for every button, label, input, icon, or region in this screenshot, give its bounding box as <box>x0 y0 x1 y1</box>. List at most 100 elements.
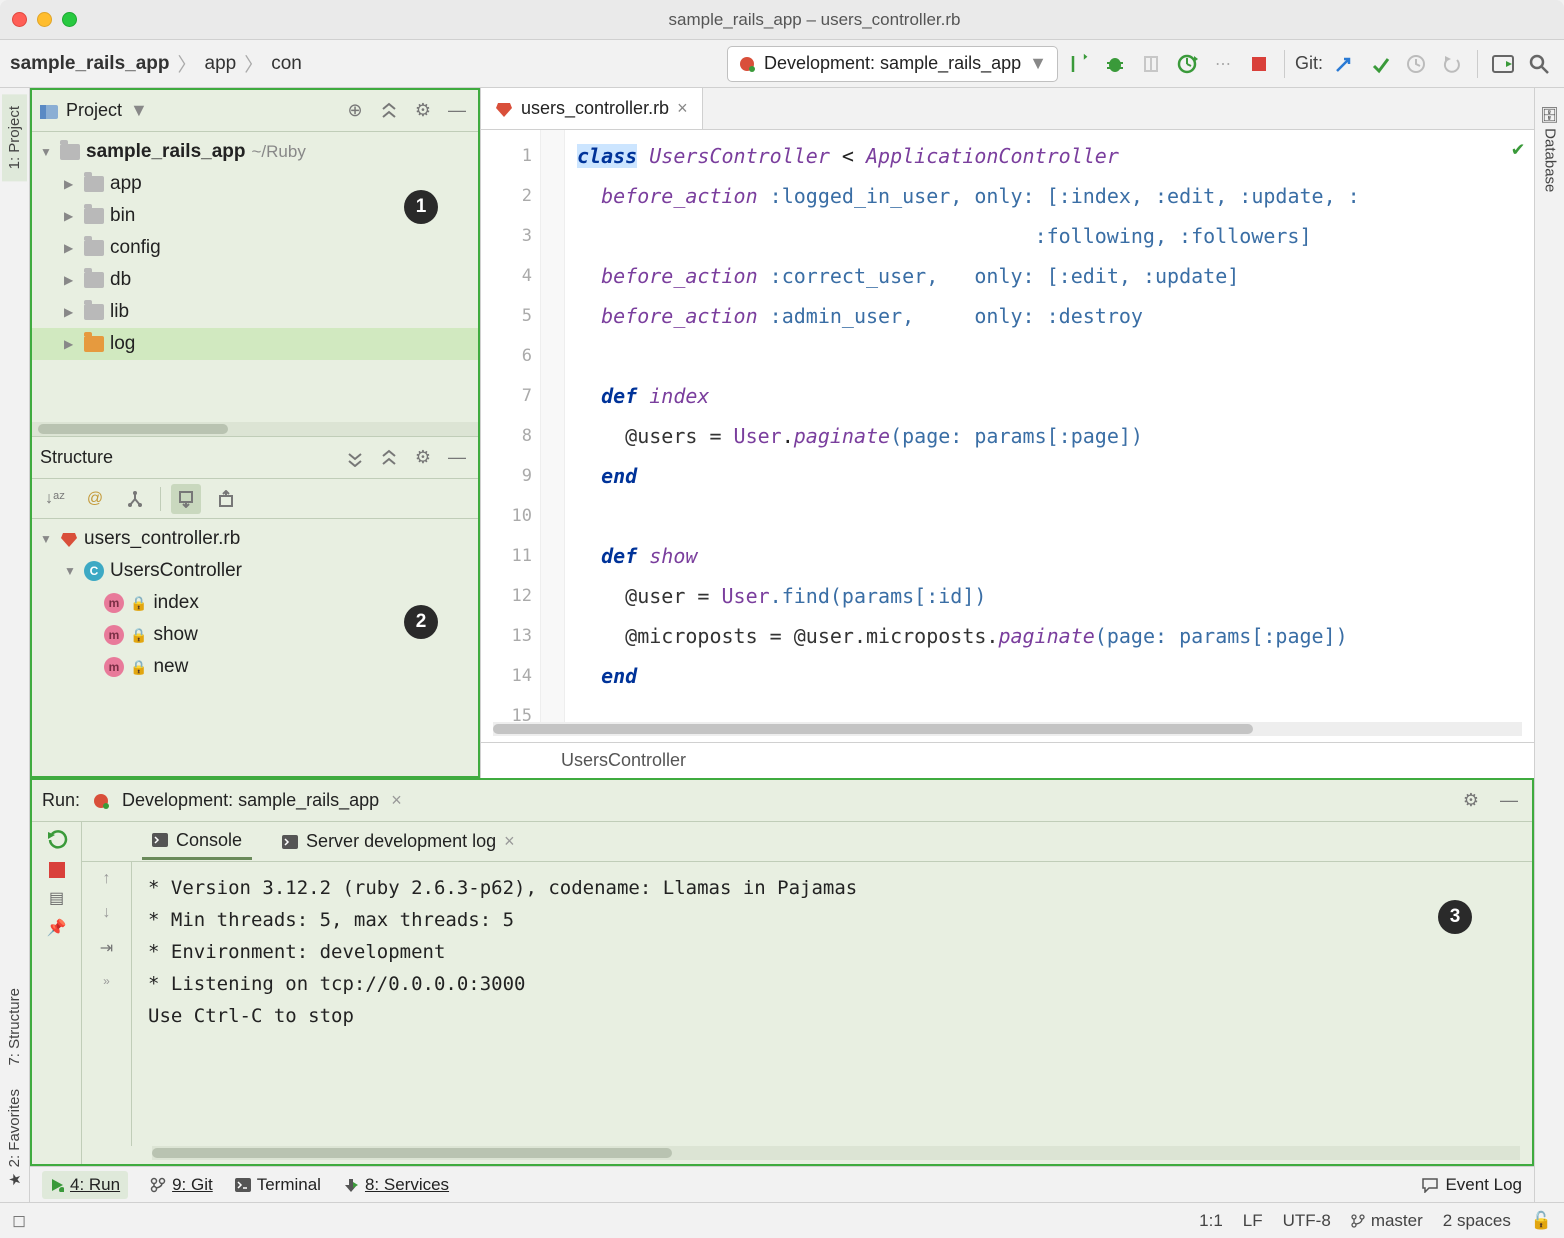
folder-icon <box>84 336 104 352</box>
bottom-tab-services[interactable]: 8: Services <box>343 1175 449 1195</box>
quick-access-icon[interactable]: ◻ <box>12 1211 26 1231</box>
line-gutter[interactable]: 123456789101112131415 <box>481 130 541 722</box>
run-button[interactable] <box>1064 49 1094 79</box>
vcs-revert-icon[interactable] <box>1437 49 1467 79</box>
project-icon <box>40 103 58 119</box>
profile-button[interactable] <box>1172 49 1202 79</box>
lock-icon: 🔒 <box>130 627 147 644</box>
branch-icon <box>1351 1214 1365 1228</box>
project-scrollbar[interactable] <box>32 422 478 436</box>
line-ending[interactable]: LF <box>1243 1211 1263 1231</box>
collapse-all-icon[interactable] <box>376 445 402 471</box>
structure-class[interactable]: ▼CUsersController <box>32 555 478 587</box>
more-icon[interactable]: » <box>103 974 110 988</box>
expand-all-icon[interactable] <box>342 445 368 471</box>
vcs-commit-icon[interactable] <box>1365 49 1395 79</box>
folder-icon <box>84 304 104 320</box>
callout-3: 3 <box>1438 900 1472 934</box>
structure-method[interactable]: m🔒new <box>32 651 478 683</box>
stop-icon[interactable] <box>49 862 65 878</box>
inherited-icon[interactable] <box>120 484 150 514</box>
gear-icon[interactable]: ⚙ <box>410 445 436 471</box>
view-mode-chevron-icon[interactable]: ▼ <box>130 100 148 121</box>
stop-button[interactable] <box>1244 49 1274 79</box>
indent[interactable]: 2 spaces <box>1443 1211 1511 1231</box>
breadcrumb-item[interactable]: app <box>205 53 237 75</box>
autoscroll-to-icon[interactable] <box>171 484 201 514</box>
layout-icon[interactable]: ▤ <box>49 888 64 908</box>
console-scrollbar[interactable] <box>152 1146 1520 1160</box>
close-run-tab-icon[interactable]: × <box>391 790 402 811</box>
autoscroll-from-icon[interactable] <box>211 484 241 514</box>
close-window[interactable] <box>12 12 27 27</box>
structure-tree[interactable]: ▼ users_controller.rb ▼CUsersController … <box>32 519 478 776</box>
bottom-tab-git[interactable]: 9: Git <box>150 1175 213 1195</box>
gear-icon[interactable]: ⚙ <box>410 98 436 124</box>
console-tab[interactable]: Console <box>142 824 252 860</box>
sidebar-tab-favorites[interactable]: ★ 2: Favorites <box>2 1077 28 1202</box>
tree-item-log[interactable]: ▶log <box>32 328 478 360</box>
code-text[interactable]: class UsersController < ApplicationContr… <box>565 130 1534 722</box>
structure-file[interactable]: ▼ users_controller.rb <box>32 523 478 555</box>
zoom-window[interactable] <box>62 12 77 27</box>
gear-icon[interactable]: ⚙ <box>1458 788 1484 814</box>
sidebar-tab-project[interactable]: 1: Project <box>2 94 27 181</box>
breadcrumb-item[interactable]: con <box>271 53 302 75</box>
editor-scrollbar[interactable] <box>493 722 1522 736</box>
folder-icon <box>84 208 104 224</box>
vcs-history-icon[interactable] <box>1401 49 1431 79</box>
fold-gutter[interactable] <box>541 130 565 722</box>
chevron-right-icon: 〉 <box>177 50 196 77</box>
sort-alpha-icon[interactable]: ↓ᵃᶻ <box>40 484 70 514</box>
dropdown-chevron-icon: ▼ <box>1029 53 1047 74</box>
ruby-file-icon <box>495 100 513 118</box>
encoding[interactable]: UTF-8 <box>1283 1211 1331 1231</box>
minimize-icon[interactable]: — <box>1496 788 1522 814</box>
code-area[interactable]: ✔ 123456789101112131415 class UsersContr… <box>481 130 1534 722</box>
editor-tab[interactable]: users_controller.rb × <box>481 88 703 129</box>
at-icon[interactable]: @ <box>80 484 110 514</box>
rerun-icon[interactable] <box>46 830 68 852</box>
tree-item-db[interactable]: ▶db <box>32 264 478 296</box>
server-log-tab[interactable]: Server development log × <box>272 825 525 858</box>
tree-item-lib[interactable]: ▶lib <box>32 296 478 328</box>
run-config-selector[interactable]: Development: sample_rails_app ▼ <box>727 46 1058 82</box>
nav-breadcrumb[interactable]: sample_rails_app 〉 app 〉 con <box>10 50 302 77</box>
callout-2: 2 <box>404 605 438 639</box>
tree-item-config[interactable]: ▶config <box>32 232 478 264</box>
up-icon[interactable]: ↑ <box>103 870 111 888</box>
minimize-icon[interactable]: — <box>444 98 470 124</box>
sidebar-tab-structure[interactable]: 7: Structure <box>2 976 27 1078</box>
bottom-tab-run[interactable]: 4: Run <box>42 1171 128 1199</box>
close-tab-icon[interactable]: × <box>677 98 688 119</box>
sidebar-tab-database[interactable]: 🗄 Database <box>1536 94 1563 204</box>
caret-position[interactable]: 1:1 <box>1199 1211 1223 1231</box>
ruby-file-icon <box>60 530 78 548</box>
locate-icon[interactable]: ⊕ <box>342 98 368 124</box>
git-branch[interactable]: master <box>1351 1211 1423 1231</box>
inspection-ok-icon[interactable]: ✔ <box>1512 136 1524 160</box>
folder-icon <box>60 144 80 160</box>
event-log[interactable]: Event Log <box>1421 1175 1522 1195</box>
project-tree[interactable]: ▼ sample_rails_app ~/Ruby ▶app ▶bin ▶con… <box>32 132 478 422</box>
breadcrumb-root[interactable]: sample_rails_app <box>10 53 169 75</box>
vcs-update-icon[interactable] <box>1329 49 1359 79</box>
class-icon: C <box>84 561 104 581</box>
attach-button[interactable]: ⋯ <box>1208 49 1238 79</box>
search-icon[interactable] <box>1524 49 1554 79</box>
debug-button[interactable] <box>1100 49 1130 79</box>
minimize-icon[interactable]: — <box>444 445 470 471</box>
down-icon[interactable]: ↓ <box>103 904 111 922</box>
coverage-button[interactable] <box>1136 49 1166 79</box>
lock-status-icon[interactable]: 🔓 <box>1531 1211 1552 1231</box>
soft-wrap-icon[interactable]: ⇥ <box>100 938 113 958</box>
console-output[interactable]: * Version 3.12.2 (ruby 2.6.3-p62), coden… <box>132 862 1532 1146</box>
tree-root[interactable]: ▼ sample_rails_app ~/Ruby <box>32 136 478 168</box>
bottom-tab-terminal[interactable]: Terminal <box>235 1175 321 1195</box>
run-anything-icon[interactable] <box>1488 49 1518 79</box>
minimize-window[interactable] <box>37 12 52 27</box>
collapse-all-icon[interactable] <box>376 98 402 124</box>
editor-breadcrumb[interactable]: UsersController <box>481 742 1534 778</box>
pin-icon[interactable]: 📌 <box>47 918 67 938</box>
close-icon[interactable]: × <box>504 831 515 852</box>
